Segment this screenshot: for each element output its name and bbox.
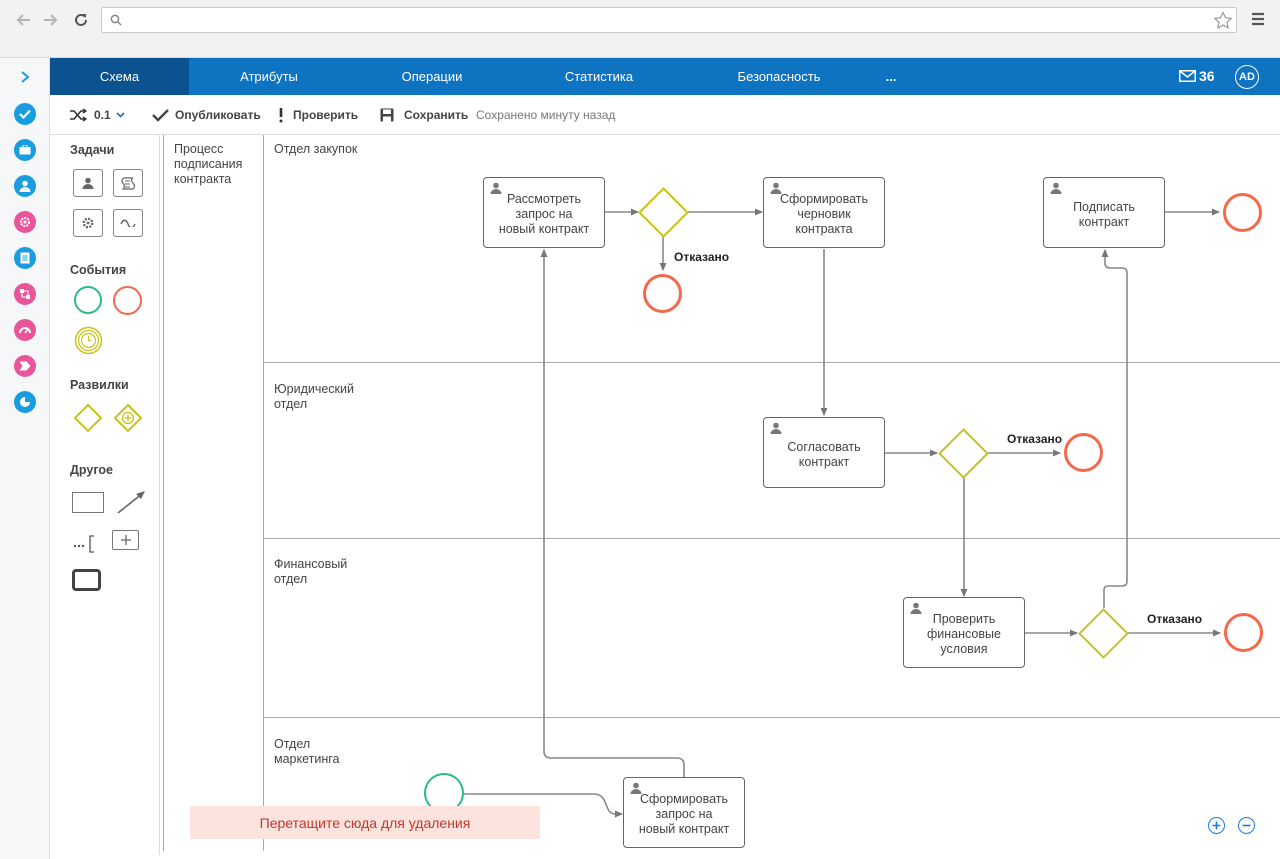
user-icon bbox=[630, 782, 642, 794]
task-approve-contract[interactable]: Согласовать контракт bbox=[763, 417, 885, 488]
user-icon bbox=[490, 182, 502, 194]
task-sign-contract[interactable]: Подписать контракт bbox=[1043, 177, 1165, 248]
end-event-rejected-3[interactable] bbox=[1224, 613, 1263, 652]
task-label: Проверить финансовые условия bbox=[927, 612, 1001, 656]
end-event-rejected-2[interactable] bbox=[1064, 433, 1103, 472]
gateway-review[interactable] bbox=[638, 187, 689, 238]
task-draft-contract[interactable]: Сформировать черновик контракта bbox=[763, 177, 885, 248]
user-icon bbox=[770, 422, 782, 434]
gateway-finance[interactable] bbox=[1078, 608, 1129, 659]
flow-label-rejected-3: Отказано bbox=[1147, 612, 1203, 626]
zoom-in-icon[interactable] bbox=[1208, 817, 1225, 834]
task-check-finance[interactable]: Проверить финансовые условия bbox=[903, 597, 1025, 668]
flow-gateway-to-sign bbox=[1101, 249, 1128, 608]
task-label: Сформировать запрос на новый контракт bbox=[638, 792, 730, 836]
task-review-request[interactable]: Рассмотреть запрос на новый контракт bbox=[483, 177, 605, 248]
end-event-rejected-1[interactable] bbox=[643, 274, 682, 313]
user-icon bbox=[770, 182, 782, 194]
zoom-out-icon[interactable] bbox=[1238, 817, 1255, 834]
user-icon bbox=[1050, 182, 1062, 194]
task-label: Сформировать черновик контракта bbox=[779, 192, 869, 236]
flow-label-rejected-1: Отказано bbox=[674, 250, 730, 264]
task-label: Подписать контракт bbox=[1073, 199, 1135, 229]
task-create-request[interactable]: Сформировать запрос на новый контракт bbox=[623, 777, 745, 848]
delete-drop-zone[interactable]: Перетащите сюда для удаления bbox=[190, 806, 540, 839]
flow-request-to-review bbox=[540, 249, 685, 777]
task-label: Рассмотреть запрос на новый контракт bbox=[498, 192, 590, 236]
end-event-signed[interactable] bbox=[1223, 193, 1262, 232]
task-label: Согласовать контракт bbox=[787, 439, 861, 469]
sequence-flows bbox=[464, 208, 1221, 818]
gateway-approve[interactable] bbox=[938, 428, 989, 479]
flow-label-rejected-2: Отказано bbox=[1007, 432, 1063, 446]
user-icon bbox=[910, 602, 922, 614]
